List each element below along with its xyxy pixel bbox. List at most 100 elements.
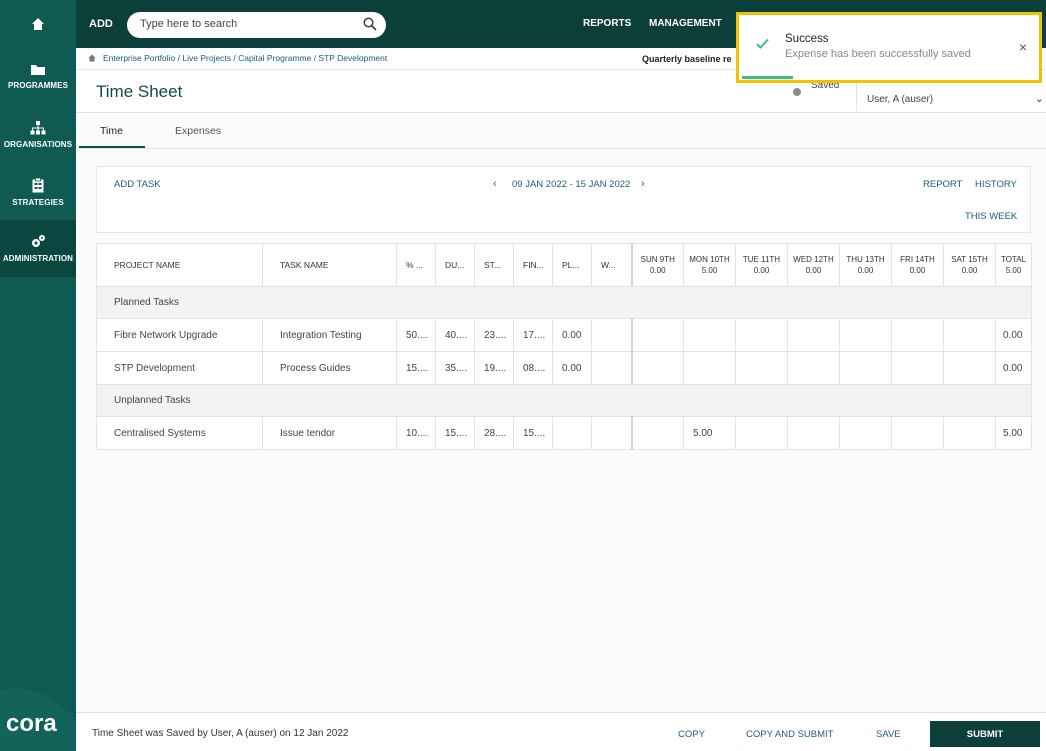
column-header[interactable]: % ... — [396, 243, 436, 287]
row-total: 0.00 — [995, 318, 1032, 352]
hours-input[interactable] — [891, 416, 944, 450]
baseline-label: Quarterly baseline re — [642, 54, 732, 64]
hours-input[interactable] — [787, 416, 840, 450]
next-week-icon[interactable]: › — [641, 178, 645, 190]
search-box[interactable] — [127, 12, 386, 38]
task-cell[interactable]: Integration Testing — [262, 318, 397, 352]
hours-input[interactable] — [683, 351, 736, 385]
sidebar: PROGRAMMES ORGANISATIONS STRATEGIES ADMI… — [0, 0, 76, 751]
hours-input[interactable] — [787, 351, 840, 385]
day-total: 0.00 — [961, 266, 978, 275]
hours-input[interactable] — [630, 416, 684, 450]
hours-input[interactable] — [735, 318, 788, 352]
this-week-button[interactable]: THIS WEEK — [965, 211, 1017, 222]
day-total: 0.00 — [805, 266, 822, 275]
home-icon[interactable] — [88, 54, 96, 62]
tab-time[interactable]: Time — [100, 125, 123, 137]
timesheet-toolbar: ADD TASK ‹ 09 JAN 2022 - 15 JAN 2022 › R… — [96, 166, 1031, 233]
hours-input[interactable] — [943, 416, 996, 450]
column-header[interactable]: DU... — [435, 243, 475, 287]
day-total: 5.00 — [701, 266, 718, 275]
hours-input[interactable] — [630, 351, 684, 385]
close-icon[interactable]: × — [1019, 39, 1027, 55]
tab-divider — [76, 148, 1046, 149]
search-input[interactable] — [140, 18, 350, 30]
tab-expenses[interactable]: Expenses — [175, 125, 221, 137]
column-header[interactable]: PL... — [552, 243, 592, 287]
report-button[interactable]: REPORT — [923, 179, 962, 190]
hours-input[interactable] — [839, 351, 892, 385]
day-name: SUN 9TH — [640, 255, 675, 264]
hours-input[interactable] — [630, 318, 684, 352]
hours-input[interactable] — [787, 318, 840, 352]
prev-week-icon[interactable]: ‹ — [493, 178, 497, 190]
hours-input[interactable] — [943, 318, 996, 352]
project-cell[interactable]: STP Development — [96, 351, 263, 385]
hours-input[interactable] — [891, 351, 944, 385]
cora-logo: cora — [6, 710, 57, 737]
hours-input[interactable] — [943, 351, 996, 385]
breadcrumb[interactable]: Enterprise Portfolio / Live Projects / C… — [103, 53, 387, 63]
hours-input[interactable] — [839, 416, 892, 450]
start-cell: 23.... — [474, 318, 514, 352]
folder-icon — [31, 65, 45, 75]
sidebar-item-label: ORGANISATIONS — [3, 139, 73, 149]
task-cell[interactable]: Process Guides — [262, 351, 397, 385]
search-icon[interactable] — [363, 17, 377, 31]
duration-cell: 15.... — [435, 416, 475, 450]
hours-input[interactable] — [735, 416, 788, 450]
hours-input[interactable] — [839, 318, 892, 352]
table-header-row: PROJECT NAME TASK NAME % ... DU... ST...… — [96, 243, 1032, 287]
home-icon — [32, 18, 44, 30]
task-cell[interactable]: Issue tendor — [262, 416, 397, 450]
table-row[interactable]: Fibre Network Upgrade Integration Testin… — [96, 318, 1032, 352]
saved-status-dot — [793, 88, 801, 96]
home-button[interactable] — [0, 0, 76, 48]
sidebar-item-administration[interactable]: ADMINISTRATION — [0, 220, 76, 277]
row-total: 0.00 — [995, 351, 1032, 385]
history-button[interactable]: HISTORY — [975, 179, 1017, 190]
column-header[interactable]: W... — [591, 243, 632, 287]
hours-input[interactable] — [735, 351, 788, 385]
sidebar-item-label: STRATEGIES — [12, 198, 64, 207]
day-header: SAT 15TH 0.00 — [943, 243, 996, 287]
date-range[interactable]: 09 JAN 2022 - 15 JAN 2022 — [512, 179, 630, 190]
nav-reports[interactable]: REPORTS — [583, 18, 631, 29]
pct-cell: 10.... — [396, 416, 436, 450]
project-cell[interactable]: Fibre Network Upgrade — [96, 318, 263, 352]
toast-progress-bar — [742, 76, 793, 79]
duration-cell: 35.... — [435, 351, 475, 385]
copy-and-submit-button[interactable]: COPY AND SUBMIT — [746, 729, 833, 740]
sidebar-item-label: PROGRAMMES — [7, 81, 69, 90]
sidebar-item-programmes[interactable]: PROGRAMMES — [0, 48, 76, 105]
sidebar-item-strategies[interactable]: STRATEGIES — [0, 164, 76, 221]
submit-button[interactable]: SUBMIT — [930, 721, 1040, 747]
column-header[interactable]: PROJECT NAME — [96, 243, 263, 287]
user-value: User, A (auser) — [867, 94, 934, 105]
sidebar-item-organisations[interactable]: ORGANISATIONS — [0, 106, 76, 163]
hours-input[interactable] — [683, 318, 736, 352]
day-name: TUE 11TH — [742, 255, 781, 264]
save-button[interactable]: SAVE — [876, 729, 901, 740]
add-task-button[interactable]: ADD TASK — [114, 179, 161, 190]
table-row[interactable]: STP Development Process Guides 15.... 35… — [96, 351, 1032, 385]
planned-cell: 0.00 — [552, 351, 592, 385]
nav-management[interactable]: MANAGEMENT — [649, 18, 722, 29]
day-header: WED 12TH 0.00 — [787, 243, 840, 287]
finish-cell: 08.... — [513, 351, 553, 385]
chevron-down-icon: ⌄ — [1034, 93, 1044, 105]
copy-button[interactable]: COPY — [678, 729, 705, 740]
column-header[interactable]: FIN... — [513, 243, 553, 287]
duration-cell: 40.... — [435, 318, 475, 352]
hours-input[interactable] — [891, 318, 944, 352]
group-row-unplanned: Unplanned Tasks — [96, 384, 1032, 417]
add-button[interactable]: ADD — [89, 18, 113, 30]
day-total: 0.00 — [857, 266, 874, 275]
day-total: 0.00 — [909, 266, 926, 275]
column-header[interactable]: TASK NAME — [262, 243, 397, 287]
table-row[interactable]: Centralised Systems Issue tendor 10.... … — [96, 416, 1032, 450]
start-cell: 19.... — [474, 351, 514, 385]
column-header[interactable]: ST... — [474, 243, 514, 287]
project-cell[interactable]: Centralised Systems — [96, 416, 263, 450]
hours-input[interactable]: 5.00 — [683, 416, 736, 450]
